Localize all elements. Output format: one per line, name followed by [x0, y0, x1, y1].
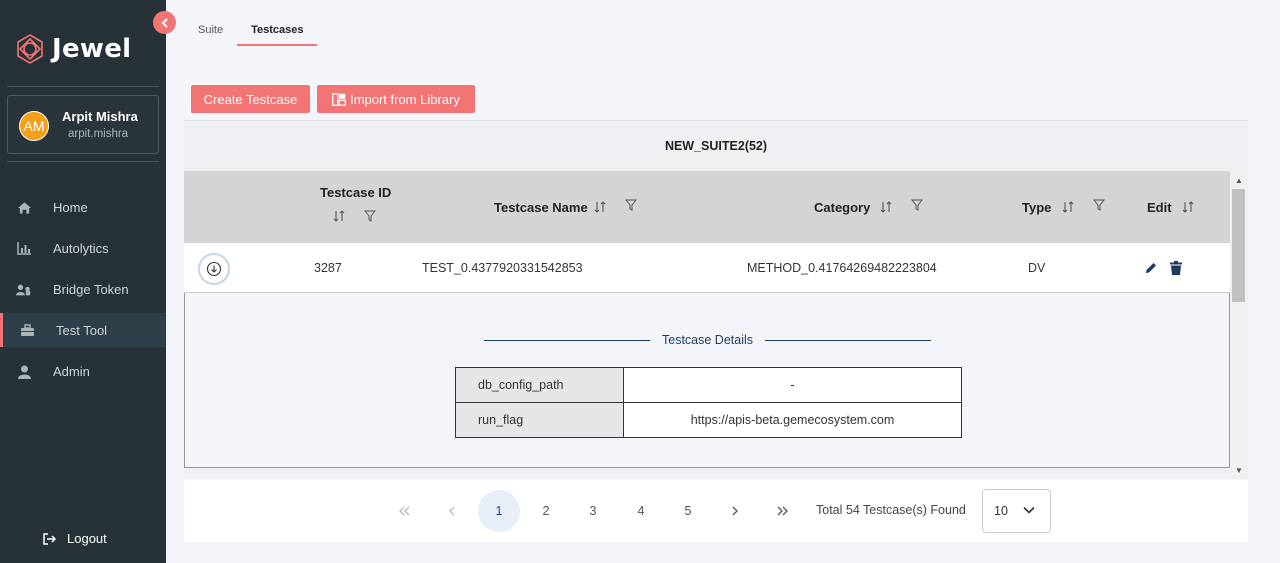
chevron-left-icon [449, 506, 455, 516]
sidebar-item-bridge-token[interactable]: Bridge Token [0, 269, 166, 310]
page-button-1[interactable]: 1 [478, 490, 520, 532]
scroll-down-icon[interactable]: ▼ [1234, 465, 1244, 475]
sidebar-item-home[interactable]: Home [0, 187, 166, 228]
expand-row-button[interactable] [198, 253, 230, 285]
trash-icon [1170, 261, 1182, 275]
scroll-up-icon[interactable]: ▲ [1234, 175, 1244, 185]
user-card[interactable]: AM Arpit Mishra arpit.mishra [7, 95, 159, 154]
details-key: db_config_path [455, 367, 624, 403]
users-key-icon [16, 282, 32, 298]
testcase-details: Testcase Details db_config_path - run_fl… [184, 293, 1230, 468]
toolbox-icon [19, 322, 35, 338]
scroll-thumb[interactable] [1232, 189, 1245, 302]
divider [7, 161, 159, 162]
details-title: Testcase Details [662, 333, 754, 347]
brand-name: Jewel [52, 34, 132, 64]
testcase-panel: NEW_SUITE2(52) Testcase ID Testcase Name… [184, 120, 1248, 479]
vertical-scrollbar[interactable]: ▲ ▼ [1230, 171, 1248, 479]
pagination: 1 2 3 4 5 Total 54 Testcase(s) Found 10 [184, 480, 1248, 542]
sidebar-nav: Home Autolytics Bridge Token Test Tool A… [0, 187, 166, 392]
page-button-4[interactable]: 4 [620, 490, 662, 532]
avatar: AM [19, 111, 49, 141]
collapse-sidebar-button[interactable] [153, 11, 176, 34]
import-from-library-label: Import from Library [350, 91, 460, 107]
details-table: db_config_path - run_flag https://apis-b… [455, 367, 962, 438]
details-value: https://apis-beta.gemecosystem.com [623, 402, 962, 438]
column-header-testcase-name[interactable]: Testcase Name [494, 200, 588, 215]
cell-testcase-name: TEST_0.4377920331542853 [422, 261, 583, 275]
edit-testcase-button[interactable] [1144, 243, 1158, 293]
arrow-down-circle-icon [206, 261, 222, 277]
sort-icon[interactable] [594, 201, 606, 213]
logout-button[interactable]: Logout [43, 531, 107, 546]
column-header-testcase-id[interactable]: Testcase ID [320, 185, 391, 200]
last-page-button[interactable] [762, 490, 804, 532]
sidebar-item-label: Test Tool [56, 322, 108, 338]
import-from-library-button[interactable]: Import from Library [317, 85, 475, 113]
pencil-icon [1146, 263, 1156, 273]
logout-icon [43, 532, 57, 545]
details-row: db_config_path - [455, 367, 962, 403]
suite-title: NEW_SUITE2(52) [664, 139, 768, 153]
home-icon [16, 200, 32, 216]
delete-testcase-button[interactable] [1170, 243, 1182, 293]
cell-testcase-id: 3287 [314, 261, 342, 275]
create-testcase-button[interactable]: Create Testcase [191, 85, 310, 113]
double-chevron-left-icon [399, 506, 410, 516]
sidebar-item-label: Home [53, 200, 88, 215]
cell-category: METHOD_0.41764269482223804 [747, 261, 937, 275]
double-chevron-right-icon [777, 506, 788, 516]
chevron-down-icon [1022, 503, 1036, 517]
tab-suite[interactable]: Suite [184, 14, 237, 46]
sidebar: Jewel AM Arpit Mishra arpit.mishra Home … [0, 0, 166, 563]
chevron-right-icon [732, 506, 738, 516]
import-icon [332, 92, 347, 106]
sidebar-item-admin[interactable]: Admin [0, 351, 166, 392]
divider [7, 86, 159, 87]
column-header-type[interactable]: Type [1022, 200, 1051, 215]
previous-page-button[interactable] [431, 490, 473, 532]
per-page-value: 10 [994, 504, 1008, 518]
cell-type: DV [1028, 261, 1046, 275]
first-page-button[interactable] [383, 490, 425, 532]
filter-icon[interactable] [911, 199, 923, 211]
sidebar-item-autolytics[interactable]: Autolytics [0, 228, 166, 269]
sort-icon[interactable] [333, 210, 345, 222]
details-heading: Testcase Details [484, 330, 931, 350]
tab-bar: Suite Testcases [184, 14, 318, 46]
page-button-5[interactable]: 5 [667, 490, 709, 532]
tab-testcases[interactable]: Testcases [237, 14, 318, 46]
user-name: Arpit Mishra [62, 109, 138, 124]
details-key: run_flag [455, 402, 624, 438]
sidebar-item-label: Admin [53, 364, 90, 379]
sort-icon[interactable] [1062, 201, 1074, 213]
jewel-logo-icon [17, 34, 43, 64]
brand[interactable]: Jewel [14, 33, 131, 65]
sidebar-item-label: Bridge Token [53, 282, 129, 297]
filter-icon[interactable] [625, 199, 637, 211]
table-header: Testcase ID Testcase Name Category Type … [184, 171, 1230, 243]
details-row: run_flag https://apis-beta.gemecosystem.… [455, 402, 962, 438]
user-handle: arpit.mishra [68, 128, 129, 140]
next-page-button[interactable] [714, 490, 756, 532]
chevron-left-icon [161, 17, 168, 28]
sidebar-item-test-tool[interactable]: Test Tool [0, 313, 166, 347]
total-count: Total 54 Testcase(s) Found [816, 503, 966, 517]
sort-icon[interactable] [880, 201, 892, 213]
user-icon [16, 364, 32, 380]
details-value: - [623, 367, 962, 403]
logout-label: Logout [67, 531, 107, 546]
filter-icon[interactable] [1093, 199, 1105, 211]
filter-icon[interactable] [364, 210, 376, 222]
bar-chart-icon [16, 241, 32, 257]
sidebar-item-label: Autolytics [53, 241, 109, 256]
per-page-select[interactable]: 10 [982, 489, 1051, 533]
column-header-category[interactable]: Category [814, 200, 870, 215]
page-button-3[interactable]: 3 [572, 490, 614, 532]
table-row[interactable]: 3287 TEST_0.4377920331542853 METHOD_0.41… [184, 243, 1230, 293]
sort-icon[interactable] [1182, 201, 1194, 213]
page-button-2[interactable]: 2 [525, 490, 567, 532]
create-testcase-label: Create Testcase [203, 91, 298, 107]
column-header-edit[interactable]: Edit [1147, 200, 1172, 215]
